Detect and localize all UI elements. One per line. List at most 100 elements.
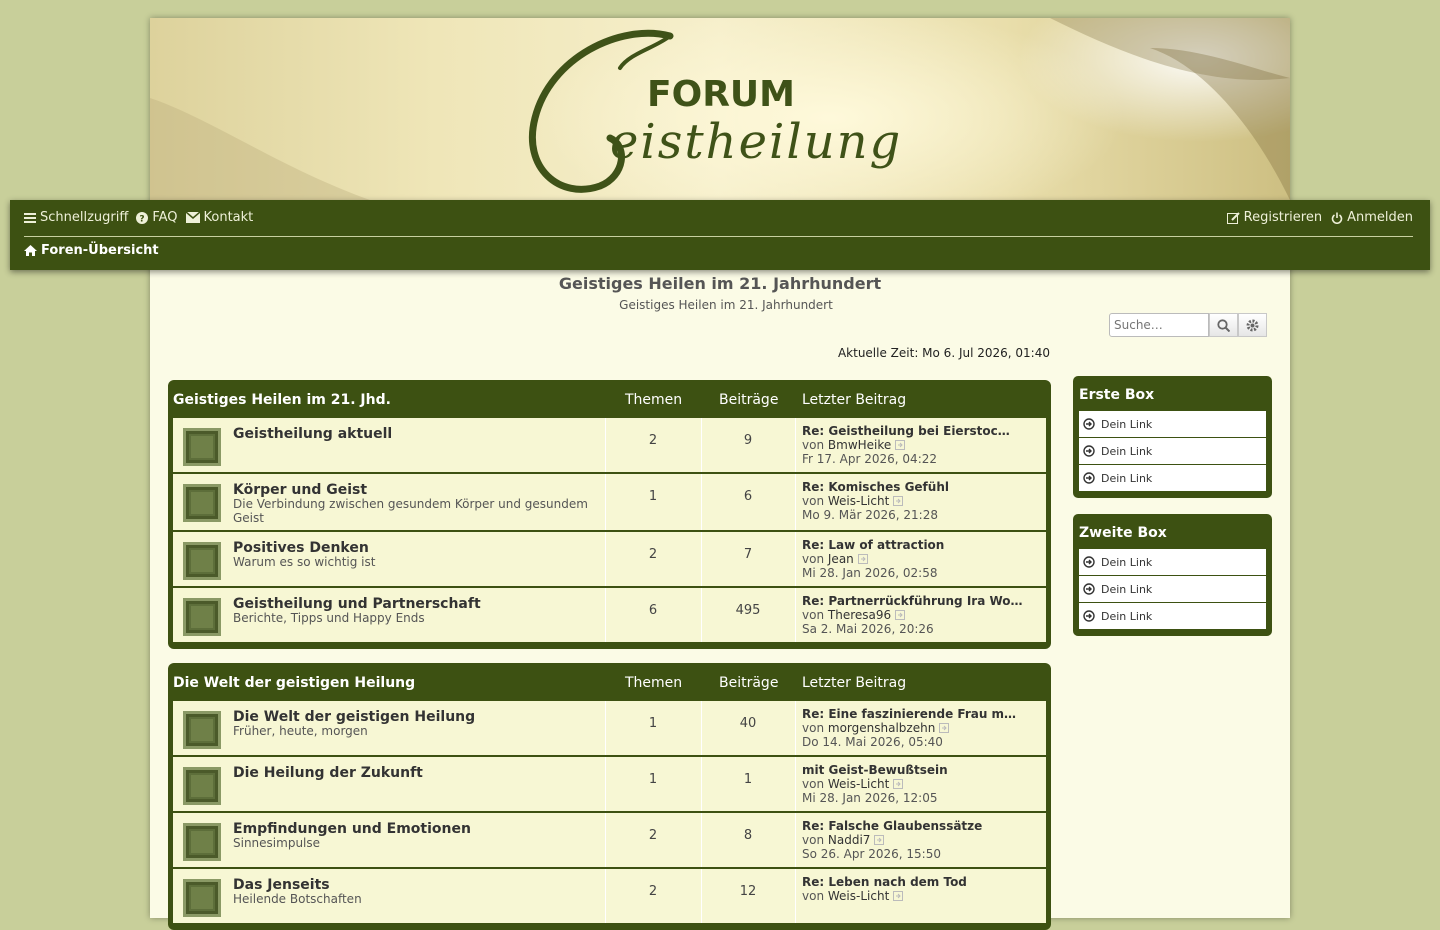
- view-post-icon[interactable]: [895, 610, 906, 620]
- arrow-circle-right-icon: [1083, 445, 1095, 457]
- post-count: 12: [739, 884, 757, 899]
- post-count: 1: [743, 772, 753, 787]
- category-header: Geistiges Heilen im 21. Jhd. Themen Beit…: [168, 380, 1051, 418]
- last-post-author[interactable]: Weis-Licht: [828, 494, 889, 508]
- sidebar-link[interactable]: Dein Link: [1079, 411, 1266, 437]
- sidebar-link-label: Dein Link: [1101, 471, 1153, 485]
- last-post-author[interactable]: Weis-Licht: [828, 777, 889, 791]
- forum-title[interactable]: Die Welt der geistigen Heilung: [233, 709, 475, 725]
- sidebar-box-title: Zweite Box: [1079, 525, 1167, 541]
- last-post-subject[interactable]: mit Geist-Bewußtsein: [802, 763, 948, 777]
- forum-title[interactable]: Die Heilung der Zukunft: [233, 765, 423, 781]
- sidebar-link[interactable]: Dein Link: [1079, 576, 1266, 602]
- forum-description: Berichte, Tipps und Happy Ends: [233, 611, 425, 625]
- last-post-subject[interactable]: Re: Komisches Gefühl: [802, 480, 949, 494]
- forum-row: Positives Denken Warum es so wichtig ist…: [173, 532, 1046, 586]
- post-count: 8: [743, 828, 753, 843]
- view-post-icon[interactable]: [895, 440, 906, 450]
- sidebar-link[interactable]: Dein Link: [1079, 465, 1266, 491]
- forum-read-icon: [183, 711, 221, 749]
- post-count: 7: [743, 547, 753, 562]
- category-title[interactable]: Die Welt der geistigen Heilung: [173, 675, 415, 691]
- view-post-icon[interactable]: [874, 835, 885, 845]
- sidebar-link-label: Dein Link: [1101, 555, 1153, 569]
- view-post-icon[interactable]: [939, 723, 950, 733]
- edit-icon: [1226, 211, 1240, 224]
- last-post-date: Mo 9. Mär 2026, 21:28: [802, 508, 938, 522]
- search-button[interactable]: [1209, 313, 1238, 337]
- sidebar-box: Zweite Box Dein Link Dein Link Dein Link: [1073, 514, 1272, 636]
- last-post-author[interactable]: Jean: [828, 552, 854, 566]
- forum-description: Sinnesimpulse: [233, 836, 321, 850]
- last-post-author[interactable]: morgenshalbzehn: [828, 721, 935, 735]
- breadcrumb-home: Foren-Übersicht: [41, 243, 159, 258]
- contact-link[interactable]: Kontakt: [185, 210, 253, 225]
- last-post-subject[interactable]: Re: Geistheilung bei Eierstoc…: [802, 424, 1010, 438]
- forum-row: Körper und Geist Die Verbindung zwischen…: [173, 474, 1046, 530]
- quick-links-menu[interactable]: Schnellzugriff: [24, 210, 128, 225]
- last-post-subject[interactable]: Re: Leben nach dem Tod: [802, 875, 967, 889]
- breadcrumb[interactable]: Foren-Übersicht: [24, 243, 159, 258]
- forum-logo: FORUM eistheilung: [150, 18, 1290, 200]
- forum-row: Empfindungen und Emotionen Sinnesimpulse…: [173, 813, 1046, 867]
- last-post-subject[interactable]: Re: Falsche Glaubenssätze: [802, 819, 982, 833]
- sidebar-link[interactable]: Dein Link: [1079, 438, 1266, 464]
- topic-count: 2: [648, 884, 658, 899]
- last-post-author[interactable]: Naddi7: [828, 833, 871, 847]
- post-count: 9: [743, 433, 753, 448]
- forum-title[interactable]: Körper und Geist: [233, 482, 367, 498]
- last-post-author[interactable]: BmwHeike: [828, 438, 891, 452]
- last-post-date: Sa 2. Mai 2026, 20:26: [802, 622, 934, 636]
- forum-description: Die Verbindung zwischen gesundem Körper …: [233, 497, 588, 525]
- last-post: Re: Eine faszinierende Frau m… von morge…: [802, 707, 1017, 749]
- view-post-icon[interactable]: [857, 554, 868, 564]
- posts-column-header: Beiträge: [719, 675, 779, 691]
- forum-title[interactable]: Geistheilung aktuell: [233, 426, 392, 442]
- topic-count: 1: [648, 489, 658, 504]
- last-post: Re: Geistheilung bei Eierstoc… von BmwHe…: [802, 424, 1010, 466]
- arrow-circle-right-icon: [1083, 418, 1095, 430]
- post-count: 495: [735, 603, 761, 618]
- last-post-subject[interactable]: Re: Partnerrückführung Ira Wo…: [802, 594, 1023, 608]
- topics-column-header: Themen: [625, 392, 683, 408]
- advanced-search-button[interactable]: [1238, 313, 1267, 337]
- arrow-circle-right-icon: [1083, 556, 1095, 568]
- site-title: Geistiges Heilen im 21. Jahrhundert: [558, 274, 882, 293]
- category-header: Die Welt der geistigen Heilung Themen Be…: [168, 663, 1051, 701]
- topic-count: 1: [648, 716, 658, 731]
- faq-link[interactable]: ? FAQ: [136, 210, 178, 225]
- last-post-column-header: Letzter Beitrag: [802, 392, 907, 408]
- last-post-date: Mi 28. Jan 2026, 12:05: [802, 791, 938, 805]
- site-banner[interactable]: FORUM eistheilung: [150, 18, 1290, 200]
- last-post-subject[interactable]: Re: Eine faszinierende Frau m…: [802, 707, 1016, 721]
- post-count: 40: [739, 716, 757, 731]
- envelope-icon: [185, 212, 200, 223]
- category-title[interactable]: Geistiges Heilen im 21. Jhd.: [173, 392, 391, 408]
- forum-title[interactable]: Das Jenseits: [233, 877, 330, 893]
- forum-read-icon: [183, 428, 221, 466]
- sidebar-link[interactable]: Dein Link: [1079, 549, 1266, 575]
- forum-read-icon: [183, 823, 221, 861]
- last-post: Re: Law of attraction von Jean Mi 28. Ja…: [802, 538, 945, 580]
- view-post-icon[interactable]: [893, 496, 904, 506]
- last-post-author[interactable]: Weis-Licht: [828, 889, 889, 903]
- posts-column-header: Beiträge: [719, 392, 779, 408]
- forum-row: Die Welt der geistigen Heilung Früher, h…: [173, 701, 1046, 755]
- forum-read-icon: [183, 767, 221, 805]
- forum-row: Geistheilung aktuell 2 9 Re: Geistheilun…: [173, 418, 1046, 472]
- topic-count: 6: [648, 603, 658, 618]
- sidebar-link[interactable]: Dein Link: [1079, 603, 1266, 629]
- register-link[interactable]: Registrieren: [1226, 210, 1322, 225]
- last-post-column-header: Letzter Beitrag: [802, 675, 907, 691]
- forum-title[interactable]: Positives Denken: [233, 540, 369, 556]
- forum-title[interactable]: Geistheilung und Partnerschaft: [233, 596, 481, 612]
- sidebar-box-title: Erste Box: [1079, 387, 1155, 403]
- sidebar-link-label: Dein Link: [1101, 417, 1153, 431]
- forum-title[interactable]: Empfindungen und Emotionen: [233, 821, 471, 837]
- login-link[interactable]: Anmelden: [1331, 210, 1413, 225]
- last-post: Re: Partnerrückführung Ira Wo… von There…: [802, 594, 1023, 636]
- last-post-author[interactable]: Theresa96: [828, 608, 891, 622]
- search-input[interactable]: [1109, 313, 1209, 337]
- view-post-icon[interactable]: [893, 779, 904, 789]
- last-post-subject[interactable]: Re: Law of attraction: [802, 538, 944, 552]
